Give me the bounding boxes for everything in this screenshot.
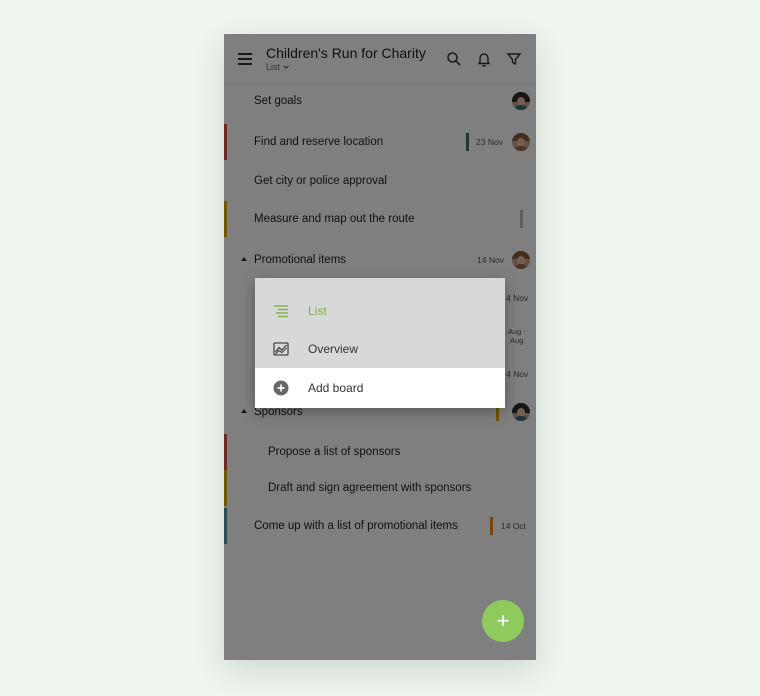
view-menu-item-label: Add board (308, 381, 364, 395)
list-icon (273, 303, 289, 319)
view-menu-item-label: Overview (308, 342, 359, 356)
overview-chart-icon (273, 341, 289, 357)
view-menu-item-overview[interactable]: Overview (255, 330, 505, 368)
add-task-fab[interactable]: + (482, 600, 524, 642)
view-menu-item-add-board[interactable]: Add board (255, 368, 505, 408)
view-menu-item-list[interactable]: List (255, 292, 505, 330)
add-circle-icon (273, 380, 289, 396)
view-menu: List Overview Add board (255, 278, 505, 408)
view-menu-item-label: List (308, 304, 327, 318)
app-window: Children's Run for Charity List Set goal… (224, 34, 536, 660)
